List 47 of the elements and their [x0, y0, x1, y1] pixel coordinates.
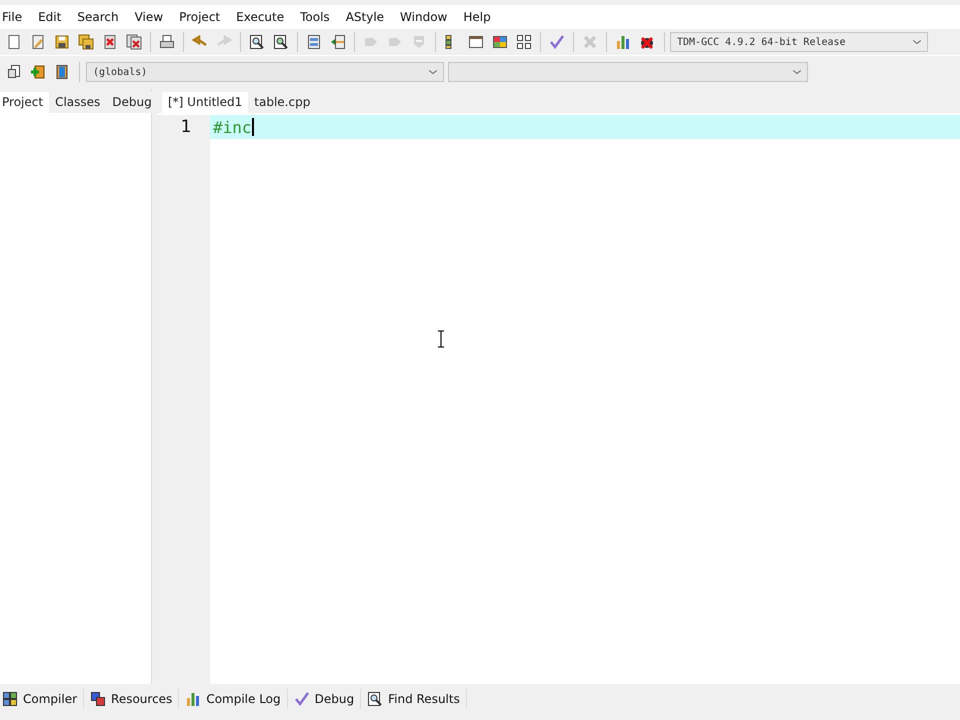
line-number: 1 — [158, 115, 210, 139]
menu-item[interactable]: Help — [455, 10, 499, 24]
windows-icon — [90, 691, 106, 707]
printer-icon[interactable] — [159, 34, 175, 50]
plus-icon[interactable] — [30, 64, 46, 80]
class-icon[interactable] — [6, 64, 22, 80]
code-editor[interactable]: 1 #inc — [158, 113, 960, 684]
bar-chart-icon — [185, 691, 202, 707]
menu-item[interactable]: Project — [171, 10, 228, 24]
menu-item[interactable]: AStyle — [338, 10, 392, 24]
code-text: #inc — [213, 118, 252, 136]
magnifier-icon[interactable] — [273, 34, 289, 50]
book-icon[interactable] — [54, 64, 70, 80]
text-caret — [252, 118, 254, 136]
squares-icon[interactable] — [516, 34, 532, 50]
panes-icon[interactable] — [330, 34, 346, 50]
tiles-icon — [2, 691, 18, 707]
compiler-select[interactable]: TDM-GCC 4.9.2 64-bit Release — [670, 32, 928, 52]
check-icon[interactable] — [549, 34, 565, 50]
page-icon[interactable] — [6, 34, 22, 50]
output-tab[interactable]: Find Results — [361, 689, 467, 709]
menu-item[interactable]: View — [126, 10, 172, 24]
file-tab[interactable]: [*] Untitled1 — [162, 92, 248, 113]
window-icon[interactable] — [468, 34, 484, 50]
output-tab[interactable]: Compiler — [0, 689, 84, 709]
menu-item[interactable]: Tools — [292, 10, 338, 24]
menu-item[interactable]: Execute — [228, 10, 292, 24]
magnifier-icon[interactable] — [249, 34, 265, 50]
panes-icon[interactable] — [306, 34, 322, 50]
menu-item[interactable]: Edit — [30, 10, 70, 24]
menu-item[interactable]: Search — [69, 10, 127, 24]
panel-tab[interactable]: Project — [0, 92, 50, 113]
output-tab[interactable]: Compile Log — [179, 689, 288, 709]
color-grid-icon[interactable] — [492, 34, 508, 50]
page-x-icon[interactable] — [102, 34, 118, 50]
bar-chart-icon[interactable] — [615, 34, 631, 50]
menu-item[interactable]: Window — [392, 10, 456, 24]
check-icon — [294, 691, 310, 707]
menu-item[interactable]: File — [0, 10, 30, 24]
magnifier-icon — [367, 691, 384, 707]
pages-x-icon[interactable] — [126, 34, 142, 50]
page-icon[interactable] — [30, 34, 46, 50]
floppy-disks-icon[interactable] — [78, 34, 94, 50]
scope-select[interactable]: (globals) — [86, 62, 444, 82]
output-tab[interactable]: Debug — [288, 689, 362, 709]
output-tab[interactable]: Resources — [84, 689, 180, 709]
text-cursor-icon — [437, 330, 445, 348]
